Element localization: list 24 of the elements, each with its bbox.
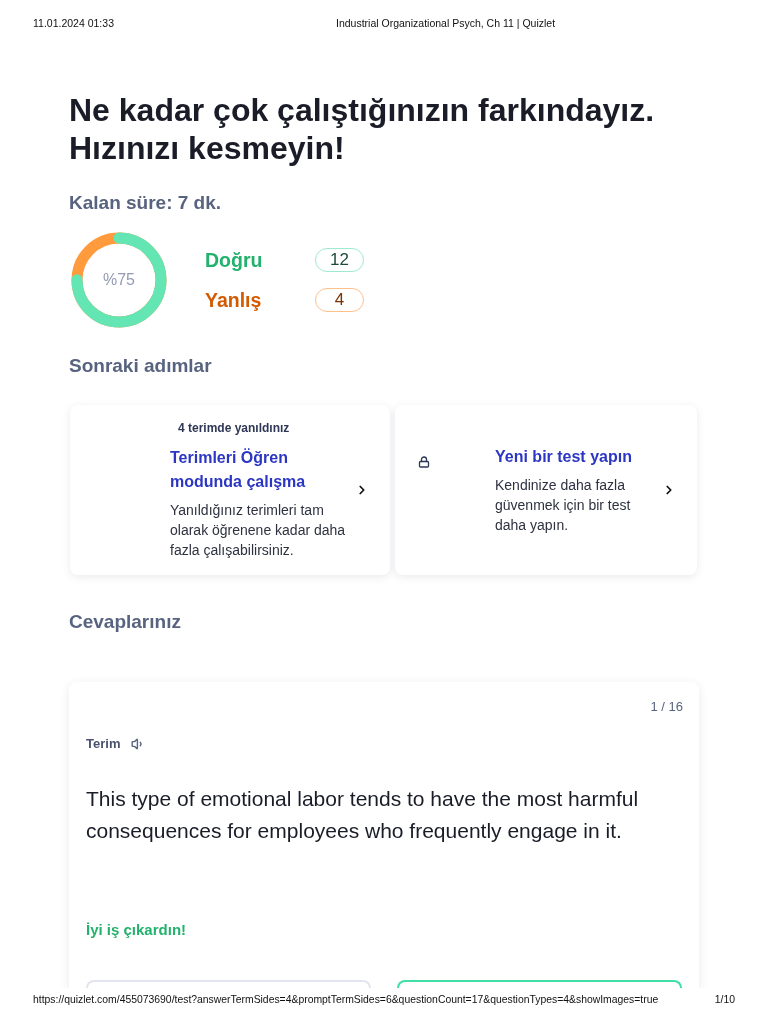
card-description: Yanıldığınız terimleri tam olarak öğrenene kadar daha fazla çalışabilirsiniz.	[170, 501, 347, 560]
step-card[interactable]: 4 terimde yanıldınız Terimleri Öğren modunda çalışma Yanıldığınız terimleri tam olarak öğrenene kadar daha fazla çalışabilirsiniz.	[70, 405, 390, 575]
page-heading: Ne kadar çok çalıştığınızın farkındayız. Hızınızı kesmeyin!	[69, 91, 656, 167]
time-left-text: Kalan süre: 7 dk.	[69, 191, 223, 215]
percent-text: %75	[103, 271, 135, 289]
question-counter: 1 / 16	[650, 698, 683, 716]
print-date: 11.01.2024 01:33	[33, 16, 114, 30]
card-title: Terimleri Öğren modunda çalışma	[170, 447, 307, 492]
feedback-text: İyi iş çıkardın!	[86, 920, 188, 940]
card-note: 4 terimde yanıldınız	[177, 420, 291, 436]
answer-option[interactable]	[86, 980, 371, 988]
question-text: This type of emotional labor tends to have the most harmful consequences for employees who frequently engage in it.	[86, 786, 640, 844]
print-url: https://quizlet.com/455073690/test?answerTermSides=4&promptTermSides=6&questionCount=17&questionTypes=4&showImages=true	[33, 993, 659, 1007]
card-title: Yeni bir test yapın	[495, 447, 633, 467]
answer-option[interactable]	[397, 980, 682, 988]
result-label: Yanlış	[205, 288, 262, 312]
step-card[interactable]: Yeni bir test yapın Kendinize daha fazla güvenmek için bir test daha yapın.	[395, 405, 697, 575]
section-title: Sonraki adımlar	[69, 354, 213, 378]
result-label: Doğru	[205, 248, 263, 272]
page-number: 1/10	[714, 993, 735, 1007]
card-description: Kendinize daha fazla güvenmek için bir test daha yapın.	[495, 476, 632, 535]
term-label: Terim	[86, 735, 121, 753]
section-title: Cevaplarınız	[69, 610, 182, 634]
print-title: Industrial Organizational Psych, Ch 11 | Quizlet	[336, 16, 556, 30]
